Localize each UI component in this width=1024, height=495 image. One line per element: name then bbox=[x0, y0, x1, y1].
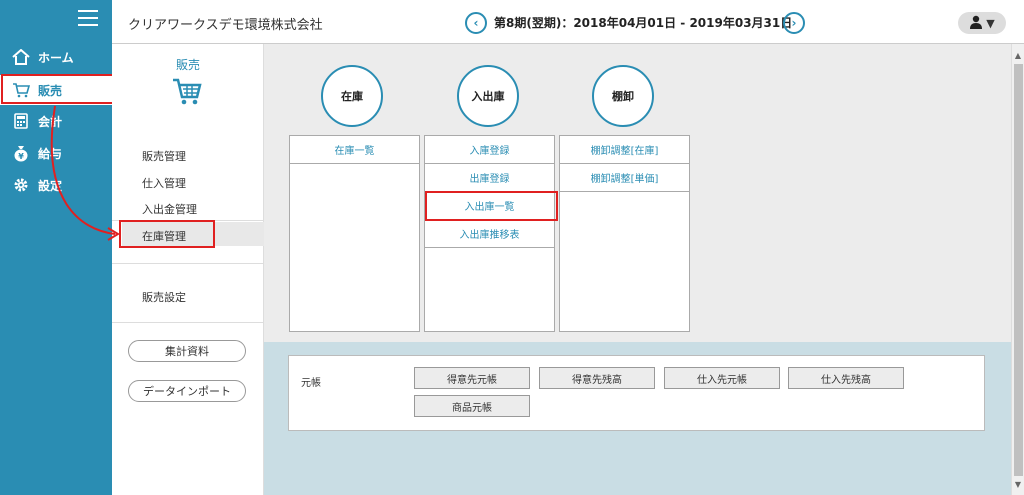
sub-link-sales-management[interactable]: 販売管理 bbox=[142, 148, 186, 164]
top-header: クリアワークスデモ環境株式会社 ‹ 第8期(翌期)：2018年04月01日 - … bbox=[112, 0, 1024, 44]
calculator-icon bbox=[12, 112, 30, 130]
menu-stock-trend-table[interactable]: 入出庫推移表 bbox=[425, 220, 554, 248]
customer-balance-button[interactable]: 得意先残高 bbox=[539, 367, 655, 389]
inventory-menu-area: 在庫 入出庫 棚卸 在庫一覧 入庫登録 出庫登録 入出庫一覧 入出庫推移表 棚卸… bbox=[264, 44, 1011, 342]
ledger-label: 元帳 bbox=[301, 378, 321, 389]
ledger-panel: 元帳 得意先元帳 得意先残高 仕入先元帳 仕入先残高 商品元帳 bbox=[288, 355, 985, 431]
summary-report-button[interactable]: 集計資料 bbox=[128, 340, 246, 362]
cart-icon bbox=[172, 76, 202, 109]
sub-link-sales-settings[interactable]: 販売設定 bbox=[142, 289, 186, 305]
gear-icon bbox=[12, 176, 30, 194]
category-stocktaking: 棚卸 bbox=[592, 65, 654, 127]
chevron-down-icon: ▼ bbox=[986, 16, 995, 30]
sub-link-purchase-management[interactable]: 仕入管理 bbox=[142, 175, 186, 191]
subpanel-title: 販売 bbox=[175, 58, 200, 72]
stock-in-out-column: 入庫登録 出庫登録 入出庫一覧 入出庫推移表 bbox=[424, 135, 555, 332]
nav-label: ホーム bbox=[38, 50, 74, 65]
company-name: クリアワークスデモ環境株式会社 bbox=[128, 18, 323, 33]
category-stock-in-out: 入出庫 bbox=[457, 65, 519, 127]
nav-label: 給与 bbox=[38, 146, 63, 161]
product-ledger-button[interactable]: 商品元帳 bbox=[414, 395, 530, 417]
user-icon bbox=[969, 15, 983, 32]
sales-subpanel: 販売 販売管理 仕入管理 入出金管理 在庫管理 販売設定 集計資料 データインポ… bbox=[112, 44, 264, 495]
ledger-area: 元帳 得意先元帳 得意先残高 仕入先元帳 仕入先残高 商品元帳 bbox=[264, 342, 1011, 495]
fiscal-period: 第8期(翌期)：2018年04月01日 - 2019年03月31日 bbox=[494, 16, 793, 30]
money-bag-icon: ¥ bbox=[12, 144, 30, 162]
scroll-down-arrow-icon[interactable]: ▼ bbox=[1012, 477, 1024, 491]
previous-period-button[interactable]: ‹ bbox=[465, 12, 487, 34]
menu-stocktaking-adjust-price[interactable]: 棚卸調整[単価] bbox=[560, 164, 689, 192]
menu-inventory-list[interactable]: 在庫一覧 bbox=[290, 136, 419, 164]
supplier-balance-button[interactable]: 仕入先残高 bbox=[788, 367, 904, 389]
vertical-scrollbar[interactable]: ▲ ▼ bbox=[1011, 44, 1024, 495]
supplier-ledger-button[interactable]: 仕入先元帳 bbox=[664, 367, 780, 389]
nav-item-payroll[interactable]: ¥ 給与 bbox=[0, 138, 112, 168]
svg-text:¥: ¥ bbox=[18, 152, 24, 161]
data-import-button[interactable]: データインポート bbox=[128, 380, 246, 402]
nav-label: 会計 bbox=[38, 114, 63, 129]
nav-item-settings[interactable]: 設定 bbox=[0, 170, 112, 200]
inventory-column: 在庫一覧 bbox=[289, 135, 420, 332]
scroll-up-arrow-icon[interactable]: ▲ bbox=[1012, 48, 1024, 62]
customer-ledger-button[interactable]: 得意先元帳 bbox=[414, 367, 530, 389]
menu-stocktaking-adjust-stock[interactable]: 棚卸調整[在庫] bbox=[560, 136, 689, 164]
nav-item-home[interactable]: ホーム bbox=[0, 42, 112, 72]
user-menu-button[interactable]: ▼ bbox=[958, 12, 1006, 34]
highlight-box-sales bbox=[1, 74, 117, 104]
next-period-button[interactable]: › bbox=[783, 12, 805, 34]
category-inventory: 在庫 bbox=[321, 65, 383, 127]
menu-stock-out-entry[interactable]: 出庫登録 bbox=[425, 164, 554, 192]
scroll-thumb[interactable] bbox=[1014, 64, 1023, 476]
stocktaking-column: 棚卸調整[在庫] 棚卸調整[単価] bbox=[559, 135, 690, 332]
highlight-box-inventory-management bbox=[119, 220, 215, 248]
highlight-box-stock-in-out-list bbox=[425, 191, 558, 221]
nav-label: 設定 bbox=[38, 178, 63, 193]
hamburger-menu-icon[interactable] bbox=[78, 10, 98, 26]
menu-stock-in-entry[interactable]: 入庫登録 bbox=[425, 136, 554, 164]
nav-item-accounting[interactable]: 会計 bbox=[0, 106, 112, 136]
home-icon bbox=[12, 48, 30, 66]
sub-link-cash-management[interactable]: 入出金管理 bbox=[142, 201, 197, 217]
